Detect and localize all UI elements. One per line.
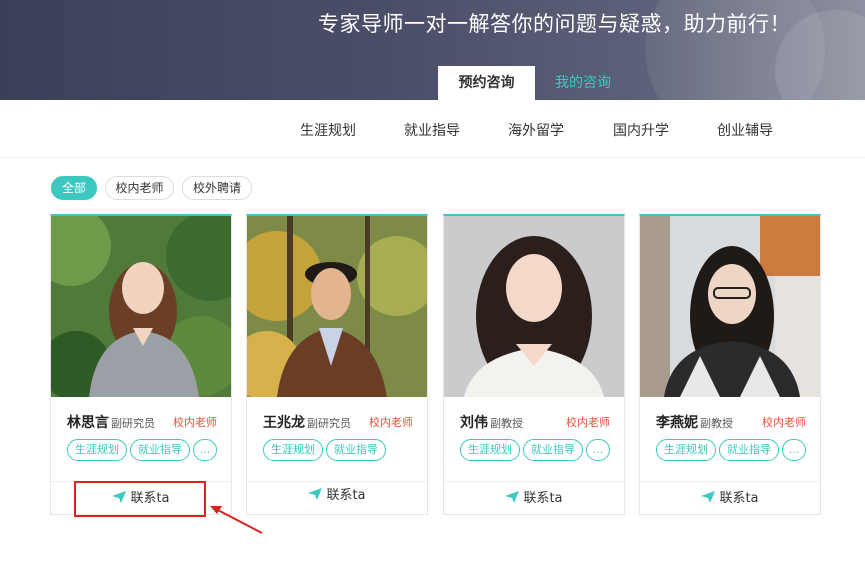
- mentor-photo: [51, 216, 231, 397]
- tag-more[interactable]: ...: [193, 439, 217, 461]
- mentor-tags: 生涯规划 就业指导: [263, 439, 417, 463]
- mentor-card[interactable]: 刘伟 副教授 校内老师 生涯规划 就业指导... 联系ta: [443, 214, 625, 515]
- divider: [640, 481, 820, 482]
- contact-label: 联系ta: [326, 488, 366, 503]
- tag-employment-guidance[interactable]: 就业指导: [326, 439, 386, 461]
- mentor-photo: [444, 216, 624, 397]
- paper-plane-icon: [505, 490, 520, 503]
- category-entrepreneurship[interactable]: 创业辅导: [717, 120, 773, 140]
- mentor-card[interactable]: 王兆龙 副研究员 校内老师 生涯规划 就业指导 联系ta: [246, 214, 428, 515]
- tag-more[interactable]: ...: [586, 439, 610, 461]
- contact-button[interactable]: 联系ta: [444, 487, 624, 511]
- mentor-name: 刘伟: [460, 415, 488, 431]
- contact-label: 联系ta: [523, 491, 563, 506]
- mentor-title: 副研究员: [307, 417, 351, 430]
- contact-label: 联系ta: [719, 491, 759, 506]
- mentor-card[interactable]: 林思言 副研究员 校内老师 生涯规划 就业指导... 联系ta: [50, 214, 232, 515]
- contact-button[interactable]: 联系ta: [247, 484, 427, 508]
- tab-book-consultation[interactable]: 预约咨询: [438, 66, 535, 100]
- divider: [247, 481, 427, 482]
- mentor-card[interactable]: 李燕妮 副教授 校内老师 生涯规划 就业指导... 联系ta: [639, 214, 821, 515]
- mentor-badge: 校内老师: [762, 416, 806, 429]
- paper-plane-icon: [308, 487, 323, 500]
- mentor-photo: [247, 216, 427, 397]
- mentor-tags: 生涯规划 就业指导...: [656, 439, 810, 463]
- divider: [444, 481, 624, 482]
- mentor-photo: [640, 216, 820, 397]
- tab-my-consultations[interactable]: 我的咨询: [545, 66, 621, 100]
- category-study-abroad[interactable]: 海外留学: [508, 120, 564, 140]
- tag-career-planning[interactable]: 生涯规划: [67, 439, 127, 461]
- mentor-name: 林思言: [67, 415, 109, 431]
- tag-career-planning[interactable]: 生涯规划: [656, 439, 716, 461]
- tag-employment-guidance[interactable]: 就业指导: [130, 439, 190, 461]
- category-employment-guidance[interactable]: 就业指导: [404, 120, 460, 140]
- mentor-badge: 校内老师: [173, 416, 217, 429]
- banner-title: 专家导师一对一解答你的问题与疑惑，助力前行！: [318, 12, 791, 36]
- contact-label: 联系ta: [130, 491, 170, 506]
- category-domestic-study[interactable]: 国内升学: [613, 120, 669, 140]
- header-banner: 专家导师一对一解答你的问题与疑惑，助力前行！ 预约咨询 我的咨询: [0, 0, 865, 100]
- contact-button[interactable]: 联系ta: [640, 487, 820, 511]
- category-nav: 生涯规划 就业指导 海外留学 国内升学 创业辅导: [0, 100, 865, 158]
- tag-career-planning[interactable]: 生涯规划: [460, 439, 520, 461]
- mentor-tags: 生涯规划 就业指导...: [460, 439, 614, 463]
- mentor-title: 副教授: [490, 417, 523, 430]
- paper-plane-icon: [701, 490, 716, 503]
- mentor-tags: 生涯规划 就业指导...: [67, 439, 221, 463]
- divider: [51, 481, 231, 482]
- mentor-title: 副教授: [700, 417, 733, 430]
- filter-external-hires[interactable]: 校外聘请: [182, 176, 252, 200]
- tag-career-planning[interactable]: 生涯规划: [263, 439, 323, 461]
- mentor-name: 李燕妮: [656, 415, 698, 431]
- mentor-info: 林思言 副研究员 校内老师: [67, 412, 217, 432]
- mentor-badge: 校内老师: [369, 416, 413, 429]
- paper-plane-icon: [112, 490, 127, 503]
- mentor-info: 李燕妮 副教授 校内老师: [656, 412, 806, 432]
- tag-employment-guidance[interactable]: 就业指导: [523, 439, 583, 461]
- mentor-info: 刘伟 副教授 校内老师: [460, 412, 610, 432]
- mentor-name: 王兆龙: [263, 415, 305, 431]
- mentor-info: 王兆龙 副研究员 校内老师: [263, 412, 413, 432]
- contact-button[interactable]: 联系ta: [51, 487, 231, 511]
- tag-employment-guidance[interactable]: 就业指导: [719, 439, 779, 461]
- filter-all[interactable]: 全部: [51, 176, 97, 200]
- mentor-badge: 校内老师: [566, 416, 610, 429]
- tag-more[interactable]: ...: [782, 439, 806, 461]
- filter-internal-teachers[interactable]: 校内老师: [105, 176, 174, 200]
- category-career-planning[interactable]: 生涯规划: [300, 120, 356, 140]
- mentor-title: 副研究员: [111, 417, 155, 430]
